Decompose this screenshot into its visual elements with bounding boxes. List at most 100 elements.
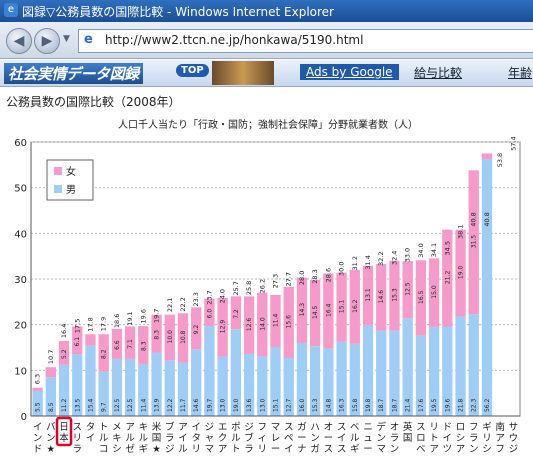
- category-label: イ: [191, 422, 201, 433]
- data-label-total: 23.7: [205, 290, 213, 304]
- category-label: ラ: [390, 433, 400, 444]
- category-label: リ: [482, 433, 492, 444]
- data-label-female: 14.0: [259, 317, 266, 331]
- data-label-female: 16.2: [352, 299, 359, 313]
- category-label: 南: [495, 421, 505, 433]
- category-label: ハ: [310, 422, 320, 433]
- category-label: リ: [429, 422, 439, 433]
- category-label: ナ: [297, 444, 307, 455]
- category-label: エ: [218, 422, 228, 433]
- data-label-total: 25.7: [232, 281, 240, 295]
- category-label: ガ: [310, 444, 320, 455]
- data-label-total: 22.1: [166, 298, 174, 312]
- category-label: ラ: [72, 444, 82, 455]
- data-label-male: 13.0: [259, 398, 266, 412]
- category-label: イ: [284, 444, 294, 455]
- category-label: 国: [403, 433, 413, 444]
- category-label: シ: [456, 433, 466, 444]
- category-label: ラ: [469, 433, 479, 444]
- y-tick-label: 10: [14, 366, 27, 377]
- y-tick-label: 0: [21, 412, 27, 423]
- data-label-male: 12.7: [286, 398, 293, 412]
- data-label-male: 56.2: [484, 398, 491, 412]
- category-label: ア: [178, 422, 188, 433]
- category-label: マ: [271, 422, 281, 433]
- data-label-total: 19.1: [126, 311, 134, 325]
- y-tick-label: 40: [14, 229, 27, 240]
- category-label: ル: [99, 433, 109, 444]
- data-label-male: 14.8: [325, 398, 332, 412]
- data-label-male: 11.7: [180, 398, 187, 412]
- category-label: ン: [33, 433, 43, 444]
- category-label: ン: [310, 433, 320, 444]
- category-label: ゼ: [125, 443, 135, 455]
- data-label-male: 12.5: [127, 398, 134, 412]
- category-label: 英: [403, 421, 413, 433]
- data-label-female: 7.1: [127, 339, 134, 349]
- data-label-female: 8.2: [101, 349, 108, 359]
- data-label-male: 12.5: [114, 398, 121, 412]
- bar-female: [45, 367, 56, 378]
- category-label: ロ: [416, 433, 426, 444]
- category-label: キ: [139, 422, 149, 433]
- data-label-male: 22.3: [471, 398, 478, 412]
- data-label-female: 13.1: [365, 288, 372, 302]
- data-label-male: 18.7: [391, 398, 398, 412]
- category-label: ー: [324, 433, 334, 444]
- category-label: ト: [231, 444, 241, 455]
- data-label-total: 10.7: [47, 350, 55, 364]
- category-label: ル: [350, 433, 360, 444]
- y-tick-label: 30: [14, 275, 27, 286]
- category-label: ジ: [165, 444, 175, 455]
- data-label-total: 16.4: [60, 324, 68, 338]
- data-label-male: 13.0: [220, 398, 227, 412]
- category-label: ン: [46, 433, 56, 444]
- data-label-male: 9.7: [101, 402, 108, 412]
- data-label-total: 28.6: [324, 268, 332, 282]
- data-label-male: 16.3: [339, 398, 346, 412]
- data-label-male: 19.5: [431, 398, 438, 412]
- category-label: ギ: [482, 422, 492, 433]
- data-label-male: 21.8: [458, 398, 465, 412]
- category-label: バ: [46, 422, 56, 433]
- y-tick-label: 60: [14, 138, 27, 149]
- data-label-female: 6.6: [114, 340, 121, 350]
- category-label: ア: [429, 444, 439, 455]
- category-label: ュ: [363, 433, 373, 444]
- category-label: フ: [258, 422, 268, 433]
- data-label-male: 13.6: [246, 398, 253, 412]
- category-label: ラ: [165, 433, 175, 444]
- bar-female: [32, 387, 43, 391]
- category-label: コ: [99, 444, 109, 455]
- data-label-total: 17.9: [100, 317, 108, 331]
- category-label: リ: [258, 444, 268, 455]
- category-label: ク: [218, 433, 228, 444]
- category-label: ス: [337, 422, 347, 433]
- category-label: ジ: [205, 422, 215, 433]
- category-label: サ: [509, 422, 519, 433]
- data-label-total: 27.3: [272, 274, 280, 288]
- category-label: ジ: [509, 444, 519, 455]
- stacked-bar-chart: 01020304050606.35.5インド10.78.5バン★16.411.2…: [14, 136, 521, 455]
- data-label-male: 15.1: [273, 398, 280, 412]
- category-label: ア: [218, 444, 228, 455]
- data-label-female: 12.5: [405, 282, 412, 296]
- data-label-total: 23.3: [192, 292, 200, 306]
- category-label: フ: [469, 422, 479, 433]
- data-label-total: 40.8: [470, 212, 478, 226]
- category-label: ア: [495, 433, 505, 444]
- category-label: ト: [99, 422, 109, 433]
- data-label-total: 38.1: [457, 225, 465, 239]
- category-label: ン: [376, 433, 386, 444]
- data-label-male: 18.7: [378, 398, 385, 412]
- category-label: ブ: [165, 421, 175, 433]
- category-label: ベ: [416, 444, 426, 455]
- category-label: ィ: [258, 433, 268, 444]
- category-label: レ: [271, 433, 281, 444]
- data-label-total: 32.2: [377, 251, 385, 265]
- data-label-female: 6.0: [206, 309, 213, 319]
- data-label-male: 13.5: [74, 398, 81, 412]
- data-label-total: 24.0: [219, 289, 227, 303]
- category-label: ャ: [205, 433, 215, 444]
- legend-label-female: 女: [66, 165, 76, 178]
